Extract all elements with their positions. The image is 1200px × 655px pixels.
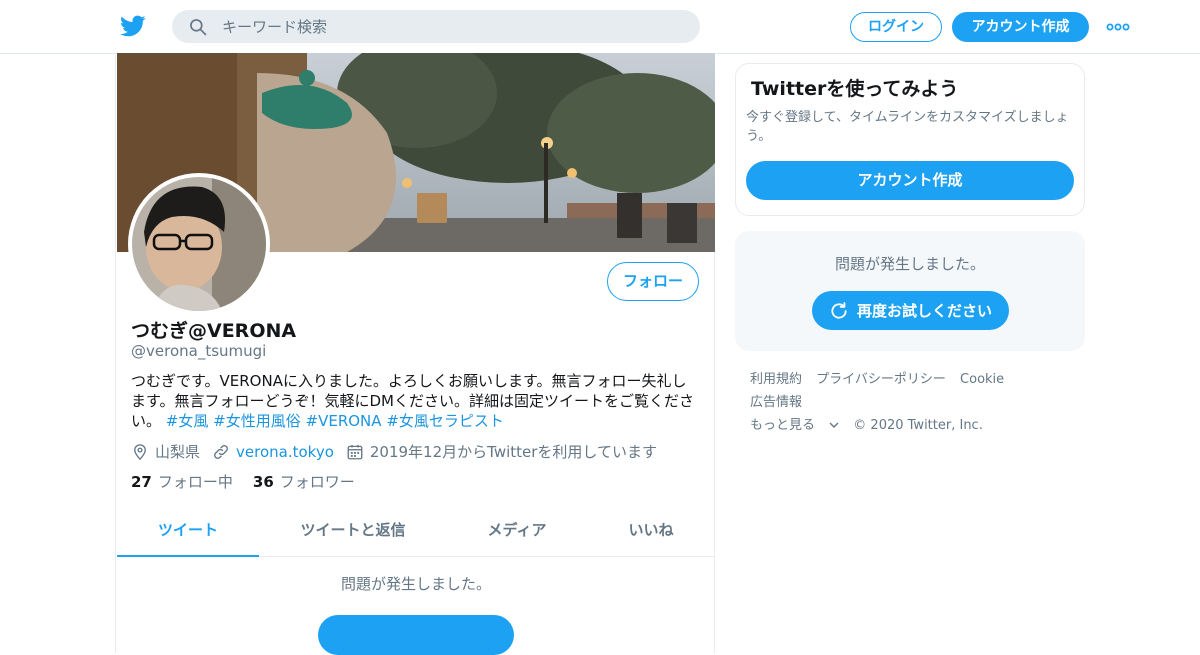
tab-tweets[interactable]: ツイート bbox=[117, 509, 259, 557]
footer-links: 利用規約 プライバシーポリシー Cookie 広告情報 もっと見る © 2020… bbox=[750, 368, 1080, 437]
timeline-error-message: 問題が発生しました。 bbox=[340, 575, 491, 593]
profile-avatar[interactable] bbox=[128, 173, 270, 315]
profile-display-name: つむぎ@VERONA bbox=[131, 320, 297, 342]
sidebar-error-box: 問題が発生しました。 再度お試しください bbox=[735, 231, 1085, 351]
footer-more-link[interactable]: もっと見る bbox=[750, 418, 843, 433]
footer-link-terms[interactable]: 利用規約 bbox=[750, 372, 802, 387]
search-bar bbox=[172, 10, 700, 43]
location-text: 山梨県 bbox=[155, 443, 201, 461]
timeline-retry-button[interactable] bbox=[318, 615, 514, 655]
following-label: フォロー中 bbox=[157, 473, 233, 491]
signup-card: Twitterを使ってみよう 今すぐ登録して、タイムラインをカスタマイズしましょ… bbox=[735, 63, 1085, 216]
profile-handle[interactable]: @verona_tsumugi bbox=[131, 342, 266, 360]
hashtag-link[interactable]: #女風 bbox=[166, 412, 209, 430]
chevron-down-icon bbox=[829, 422, 839, 428]
followers-label: フォロワー bbox=[279, 473, 355, 491]
footer-link-cookie[interactable]: Cookie bbox=[960, 372, 1004, 387]
follow-counts: 27 フォロー中 36 フォロワー bbox=[131, 471, 375, 492]
following-count-link[interactable]: 27 フォロー中 bbox=[131, 471, 233, 492]
profile-tabs: ツイート ツイートと返信 メディア いいね bbox=[117, 509, 715, 557]
avatar-photo bbox=[132, 177, 266, 311]
refresh-icon bbox=[831, 301, 847, 319]
tab-media[interactable]: メディア bbox=[447, 509, 587, 557]
footer-copyright: © 2020 Twitter, Inc. bbox=[853, 418, 983, 433]
tab-likes[interactable]: いいね bbox=[587, 509, 715, 557]
signup-button[interactable]: アカウント作成 bbox=[952, 12, 1089, 42]
signup-card-description: 今すぐ登録して、タイムラインをカスタマイズしましょう。 bbox=[746, 110, 1069, 144]
website-link[interactable]: verona.tokyo bbox=[236, 443, 334, 461]
followers-count-link[interactable]: 36 フォロワー bbox=[253, 471, 355, 492]
location-pin-icon bbox=[134, 443, 146, 460]
twitter-bird-logo-icon[interactable] bbox=[120, 13, 146, 39]
retry-label: 再度お試しください bbox=[856, 302, 992, 320]
profile-website: verona.tokyo bbox=[212, 443, 334, 461]
footer-link-privacy[interactable]: プライバシーポリシー bbox=[816, 372, 946, 387]
sidebar-error-message: 問題が発生しました。 bbox=[834, 255, 985, 273]
more-options-icon[interactable] bbox=[1106, 18, 1130, 36]
following-count: 27 bbox=[131, 473, 152, 491]
footer-link-ads[interactable]: 広告情報 bbox=[750, 395, 802, 410]
link-icon bbox=[214, 444, 228, 459]
footer-more-label: もっと見る bbox=[750, 418, 816, 433]
hashtag-link[interactable]: #女性用風俗 bbox=[213, 412, 301, 430]
profile-meta: 山梨県 verona.tokyo 2019年12月からTwitterを利用してい… bbox=[131, 441, 669, 462]
tab-tweets-and-replies[interactable]: ツイートと返信 bbox=[259, 509, 447, 557]
followers-count: 36 bbox=[252, 473, 274, 491]
top-bar: ログイン アカウント作成 bbox=[0, 0, 1200, 54]
login-button[interactable]: ログイン bbox=[850, 12, 942, 42]
hashtag-link[interactable]: #VERONA bbox=[306, 412, 382, 430]
search-input[interactable] bbox=[222, 10, 682, 43]
follow-button[interactable]: フォロー bbox=[607, 262, 699, 301]
calendar-icon bbox=[347, 444, 363, 459]
profile-joined: 2019年12月からTwitterを利用しています bbox=[346, 441, 657, 462]
search-icon bbox=[190, 19, 207, 36]
profile-location: 山梨県 bbox=[131, 441, 200, 462]
sidebar-retry-button[interactable]: 再度お試しください bbox=[812, 291, 1009, 330]
profile-bio: つむぎです。VERONAに入りました。よろしくお願いします。無言フォロー失礼しま… bbox=[131, 371, 701, 431]
signup-card-button[interactable]: アカウント作成 bbox=[746, 161, 1074, 200]
hashtag-link[interactable]: #女風セラピスト bbox=[386, 412, 504, 430]
signup-card-title: Twitterを使ってみよう bbox=[751, 78, 959, 100]
joined-text: 2019年12月からTwitterを利用しています bbox=[369, 443, 657, 461]
profile-column: フォロー つむぎ@VERONA @verona_tsumugi つむぎです。VE… bbox=[115, 53, 715, 655]
